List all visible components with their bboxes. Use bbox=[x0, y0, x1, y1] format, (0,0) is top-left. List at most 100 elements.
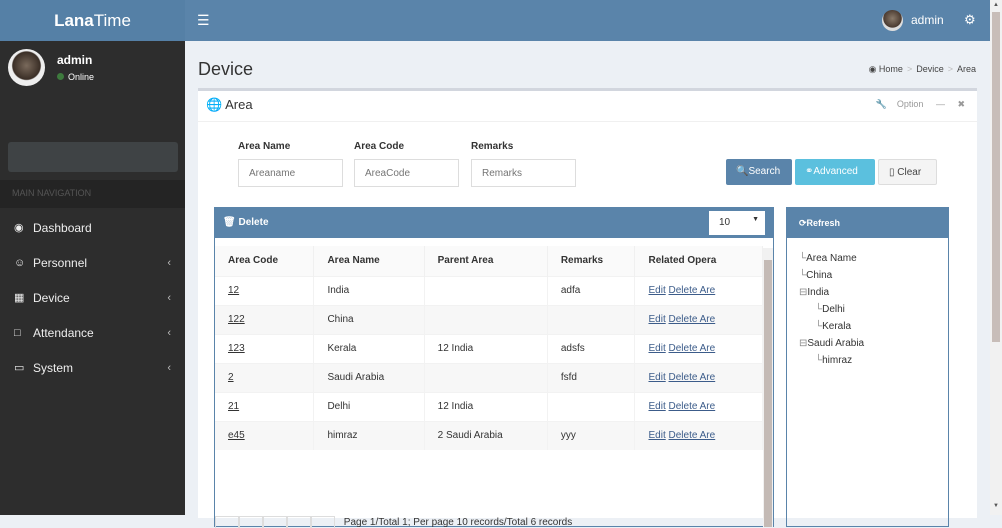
parent-area-cell bbox=[424, 304, 548, 334]
delete-area-link[interactable]: Delete Are bbox=[669, 372, 716, 383]
col-area-name[interactable]: Area Name bbox=[313, 246, 425, 276]
avatar bbox=[8, 49, 45, 86]
area-name-cell: Delhi bbox=[313, 391, 425, 421]
gears-icon[interactable]: ⚙ bbox=[964, 12, 976, 28]
tree-node[interactable]: └Delhi bbox=[799, 301, 948, 318]
logo[interactable]: LanaTime bbox=[0, 0, 185, 41]
remarks-input[interactable] bbox=[471, 159, 576, 187]
minimize-icon[interactable]: — bbox=[936, 99, 945, 109]
pager-info: Page 1/Total 1; Per page 10 records/Tota… bbox=[343, 517, 573, 528]
area-code-link[interactable]: 122 bbox=[228, 314, 245, 325]
parent-area-cell: 12 India bbox=[424, 391, 548, 421]
delete-area-link[interactable]: Delete Are bbox=[669, 343, 716, 354]
tree-node[interactable]: └Area Name bbox=[799, 250, 948, 267]
close-icon[interactable]: ✖ bbox=[957, 99, 965, 109]
tree-node[interactable]: └Kerala bbox=[799, 318, 948, 335]
delete-area-link[interactable]: Delete Are bbox=[669, 314, 716, 325]
scroll-down-icon[interactable]: ▼ bbox=[993, 503, 999, 509]
area-code-link[interactable]: e45 bbox=[228, 430, 245, 441]
page-last-button[interactable] bbox=[311, 516, 335, 528]
col-remarks[interactable]: Remarks bbox=[547, 246, 636, 276]
scroll-up-icon[interactable]: ▲ bbox=[993, 2, 999, 8]
col-area-code[interactable]: Area Code bbox=[215, 246, 315, 276]
online-dot-icon bbox=[57, 73, 64, 80]
breadcrumb: ◉ Home > Device > Area bbox=[868, 64, 976, 74]
breadcrumb-area: Area bbox=[956, 64, 976, 74]
delete-area-link[interactable]: Delete Are bbox=[669, 285, 716, 296]
breadcrumb-home[interactable]: Home bbox=[879, 64, 903, 74]
scrollbar-thumb[interactable] bbox=[764, 260, 772, 527]
page-prev-button[interactable] bbox=[239, 516, 263, 528]
parent-area-cell: 2 Saudi Arabia bbox=[424, 420, 548, 450]
remarks-cell: adfa bbox=[547, 275, 636, 305]
edit-link[interactable]: Edit bbox=[648, 285, 665, 296]
area-code-link[interactable]: 123 bbox=[228, 343, 245, 354]
edit-link[interactable]: Edit bbox=[648, 401, 665, 412]
parent-area-cell bbox=[424, 275, 548, 305]
user-panel: admin Online bbox=[0, 41, 185, 96]
page-scrollbar[interactable]: ▲ ▼ bbox=[990, 0, 1002, 515]
area-code-link[interactable]: 21 bbox=[228, 401, 239, 412]
tree-node[interactable]: ⊟India bbox=[799, 284, 948, 301]
edit-link[interactable]: Edit bbox=[648, 430, 665, 441]
table-row: e45 himraz 2 Saudi Arabia yyy Edit Delet… bbox=[215, 420, 763, 450]
remarks-cell: yyy bbox=[547, 420, 636, 450]
sidebar-item-device[interactable]: ▦ Device ‹ bbox=[0, 280, 185, 315]
area-name-cell: Saudi Arabia bbox=[313, 362, 425, 392]
caret-down-icon: ▼ bbox=[752, 216, 759, 223]
chevron-left-icon: ‹ bbox=[167, 256, 171, 269]
col-parent-area[interactable]: Parent Area bbox=[424, 246, 548, 276]
nav-header: MAIN NAVIGATION bbox=[0, 180, 185, 208]
chevron-left-icon: ‹ bbox=[167, 291, 171, 304]
users-icon: ☺ bbox=[14, 256, 26, 269]
search-button[interactable]: 🔍Search bbox=[726, 159, 792, 185]
tree-node[interactable]: └China bbox=[799, 267, 948, 284]
sidebar-item-system[interactable]: ▭ System ‹ bbox=[0, 350, 185, 385]
refresh-icon: ⟳ bbox=[799, 218, 807, 228]
sidebar-item-dashboard[interactable]: ◉ Dashboard bbox=[0, 210, 185, 245]
page-size-select[interactable]: 10 ▼ bbox=[709, 211, 765, 235]
area-code-link[interactable]: 2 bbox=[228, 372, 234, 383]
area-table: Area Code Area Name Parent Area Remarks … bbox=[215, 246, 763, 450]
page-scrollbar-thumb[interactable] bbox=[992, 12, 1000, 342]
area-name-label: Area Name bbox=[238, 141, 291, 152]
delete-area-link[interactable]: Delete Are bbox=[669, 430, 716, 441]
page-number-button[interactable] bbox=[263, 516, 287, 528]
area-name-cell: China bbox=[313, 304, 425, 334]
tree-node[interactable]: ⊟Saudi Arabia bbox=[799, 335, 948, 352]
edit-link[interactable]: Edit bbox=[648, 372, 665, 383]
box-header: 🌐 Area 🔧 Option — ✖ bbox=[198, 91, 977, 122]
option-button[interactable]: 🔧 Option bbox=[876, 99, 924, 109]
sidebar-search-input[interactable] bbox=[8, 142, 178, 172]
breadcrumb-device[interactable]: Device bbox=[916, 64, 944, 74]
dashboard-icon: ◉ bbox=[868, 64, 879, 74]
edit-link[interactable]: Edit bbox=[648, 314, 665, 325]
page-first-button[interactable] bbox=[215, 516, 239, 528]
delete-button[interactable]: 🗑 Delete bbox=[223, 217, 269, 228]
refresh-button[interactable]: ⟳Refresh bbox=[787, 207, 948, 238]
sidebar-username: admin bbox=[57, 53, 93, 67]
tree-node[interactable]: └himraz bbox=[799, 352, 948, 369]
delete-area-link[interactable]: Delete Are bbox=[669, 401, 716, 412]
menu-toggle-icon[interactable]: ☰ bbox=[197, 12, 210, 29]
status-badge: Online bbox=[57, 72, 94, 82]
area-code-input[interactable] bbox=[354, 159, 459, 187]
area-code-link[interactable]: 12 bbox=[228, 285, 239, 296]
table-row: 12 India adfa Edit Delete Are bbox=[215, 275, 763, 305]
sidebar-item-attendance[interactable]: □ Attendance ‹ bbox=[0, 315, 185, 350]
chevron-left-icon: ‹ bbox=[167, 361, 171, 374]
advanced-button[interactable]: ⚭Advanced bbox=[795, 159, 875, 185]
avatar[interactable] bbox=[882, 10, 903, 31]
page-next-button[interactable] bbox=[287, 516, 311, 528]
area-table-panel: 🗑 Delete 10 ▼ Area Code Area Name Parent … bbox=[214, 207, 774, 528]
table-panel-header: 🗑 Delete 10 ▼ bbox=[215, 207, 773, 238]
box-title: 🌐 Area bbox=[206, 97, 253, 112]
edit-link[interactable]: Edit bbox=[648, 343, 665, 354]
table-scrollbar[interactable] bbox=[763, 248, 773, 527]
user-menu[interactable]: admin bbox=[911, 13, 944, 27]
sidebar-item-personnel[interactable]: ☺ Personnel ‹ bbox=[0, 245, 185, 280]
remarks-cell bbox=[547, 391, 636, 421]
col-operations: Related Opera bbox=[634, 246, 763, 276]
clear-button[interactable]: ▯ Clear bbox=[878, 159, 937, 185]
area-name-input[interactable] bbox=[238, 159, 343, 187]
